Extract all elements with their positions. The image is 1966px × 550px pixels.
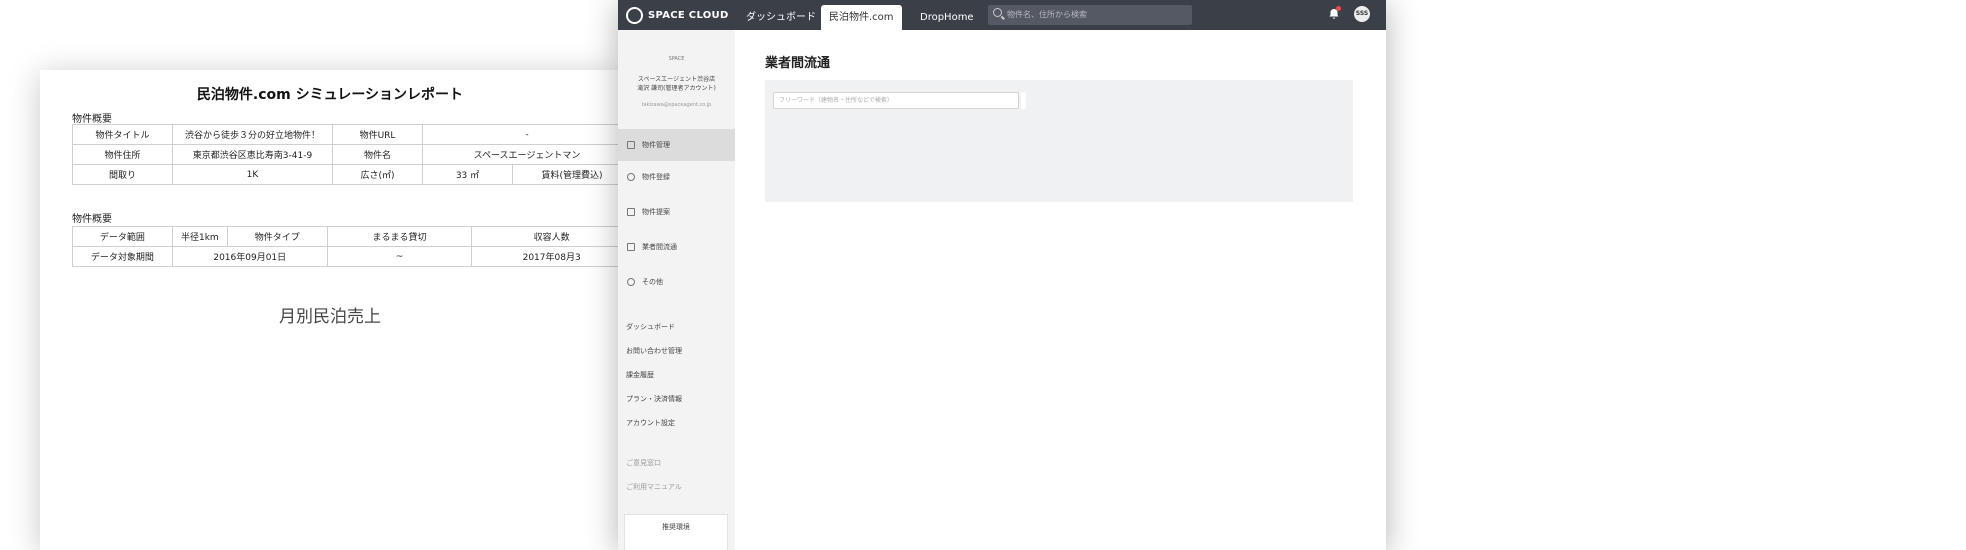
table-cell: 収容人数 (471, 226, 620, 247)
table-cell: 渋谷から徒歩３分の好立地物件！ (172, 124, 333, 145)
table-cell: ~ (326, 246, 473, 267)
filter-panel: フリーワード（建物名・住所などで検索） (765, 80, 1353, 202)
nav-minpaku[interactable]: 民泊物件.com (821, 5, 902, 30)
table-cell: まるまる貸切 (326, 226, 473, 247)
free-word-input[interactable]: フリーワード（建物名・住所などで検索） (773, 92, 1019, 109)
table-cell: 2017年08月3 (471, 246, 620, 267)
logo-text: SPACE CLOUD (648, 9, 729, 21)
simulation-report: 民泊物件.com シミュレーションレポート 物件概要 物件タイトル 渋谷から徒歩… (40, 70, 620, 550)
user-name: 滝沢 謙司(管理者アカウント) (637, 85, 716, 92)
table-cell: 2016年09月01日 (171, 246, 328, 267)
sidebar-item-label: 物件管理 (642, 141, 670, 149)
table-cell: データ対象期間 (72, 246, 173, 267)
table-cell: - (422, 124, 620, 145)
sidebar-link-inquiries[interactable]: お問い合わせ管理 (626, 346, 682, 356)
table-cell: 33 ㎡ (422, 164, 513, 185)
table-cell: 間取り (72, 164, 173, 185)
page-title: 業者間流通 (765, 56, 831, 71)
sidebar-item-label: 物件登録 (642, 173, 670, 181)
report-title: 民泊物件.com シミュレーションレポート (196, 87, 464, 103)
table-cell: データ範囲 (72, 226, 173, 247)
sidebar-link-manual[interactable]: ご利用マニュアル (626, 482, 682, 492)
table-cell: 物件住所 (72, 144, 173, 165)
sidebar-item-label: 物件提案 (642, 208, 670, 216)
sidebar-account: スペースエージェント渋谷店 滝沢 謙司(管理者アカウント) (618, 75, 735, 93)
property-table: 物件タイトル 渋谷から徒歩３分の好立地物件！ 物件URL - 物件住所 東京都渋… (72, 124, 620, 185)
table-cell: 賃料(管理費込) (512, 164, 620, 185)
top-navbar: SPACE CLOUD ダッシュボード 民泊物件.com DropHome 物件… (618, 0, 1386, 30)
sidebar-link-feedback[interactable]: ご意見窓口 (626, 458, 661, 468)
app-window: SPACE CLOUD ダッシュボード 民泊物件.com DropHome 物件… (618, 0, 1386, 550)
sidebar-item-property-management[interactable]: 物件管理 (618, 129, 735, 161)
table-row: データ対象期間 2016年09月01日 ~ 2017年08月3 (72, 246, 620, 267)
table-cell: 物件URL (332, 124, 423, 145)
sidebar-item-label: 業者間流通 (642, 243, 677, 251)
company-name: スペースエージェント渋谷店 (637, 76, 716, 83)
table-cell: 物件タイプ (226, 226, 328, 247)
more-icon (627, 278, 635, 286)
edit-icon (627, 173, 635, 181)
nav-dashboard[interactable]: ダッシュボード (738, 5, 824, 30)
sidebar-link-billing-history[interactable]: 課金履歴 (626, 370, 654, 380)
mail-icon (627, 208, 635, 216)
sidebar-item-label: その他 (642, 278, 663, 286)
sidebar-link-account-settings[interactable]: アカウント設定 (626, 418, 675, 428)
screenshot-stage: 民泊物件.com シミュレーションレポート 物件概要 物件タイトル 渋谷から徒歩… (0, 0, 1966, 550)
logo-ring-icon (626, 6, 643, 24)
main-content: 業者間流通 フリーワード（建物名・住所などで検索） (735, 30, 1386, 550)
notification-dot (1336, 6, 1341, 11)
search-placeholder: 物件名、住所から検索 (1007, 10, 1087, 19)
search-icon (993, 8, 1002, 17)
sidebar-item-other[interactable]: その他 (618, 266, 735, 298)
sidebar-logo: SPACE (668, 56, 685, 62)
app-logo[interactable]: SPACE CLOUD (626, 6, 729, 24)
sidebar-link-plan[interactable]: プラン・決済情報 (626, 394, 682, 404)
table-cell: 1K (172, 164, 333, 185)
monthly-sales-line-chart (40, 328, 620, 550)
table-row: データ範囲 半径1km 物件タイプ まるまる貸切 収容人数 (72, 226, 620, 247)
section-label-data: 物件概要 (72, 214, 112, 225)
sidebar-item-property-proposal[interactable]: 物件提案 (618, 196, 735, 228)
data-range-table: データ範囲 半径1km 物件タイプ まるまる貸切 収容人数 データ対象期間 20… (72, 226, 620, 267)
table-cell: 東京都渋谷区恵比寿南3-41-9 (172, 144, 333, 165)
table-row: 物件タイトル 渋谷から徒歩３分の好立地物件！ 物件URL - (72, 124, 620, 145)
table-cell: 半径1km (171, 226, 228, 247)
avatar[interactable]: SSS (1354, 6, 1370, 22)
sidebar-item-b2b-distribution[interactable]: 業者間流通 (618, 231, 735, 263)
table-row: 間取り 1K 広さ(㎡) 33 ㎡ 賃料(管理費込) (72, 164, 620, 185)
user-email: takizawa@spaceagent.co.jp (641, 102, 712, 108)
table-row: 物件住所 東京都渋谷区恵比寿南3-41-9 物件名 スペースエージェントマン (72, 144, 620, 165)
sidebar-item-property-register[interactable]: 物件登録 (618, 161, 735, 193)
global-search[interactable]: 物件名、住所から検索 (988, 5, 1192, 25)
recommended-env-banner: 推奨環境 (624, 514, 728, 550)
table-cell: スペースエージェントマン (422, 144, 620, 165)
table-cell: 物件名 (332, 144, 423, 165)
table-cell: 広さ(㎡) (332, 164, 423, 185)
chart-title: 月別民泊売上 (279, 307, 381, 327)
section-label-property: 物件概要 (72, 114, 112, 125)
nav-drophome[interactable]: DropHome (912, 5, 982, 30)
document-icon (627, 243, 635, 251)
table-cell: 物件タイトル (72, 124, 173, 145)
sidebar-link-dashboard[interactable]: ダッシュボード (626, 322, 675, 332)
home-icon (627, 141, 635, 149)
sidebar: SPACE スペースエージェント渋谷店 滝沢 謙司(管理者アカウント) taki… (618, 30, 735, 550)
